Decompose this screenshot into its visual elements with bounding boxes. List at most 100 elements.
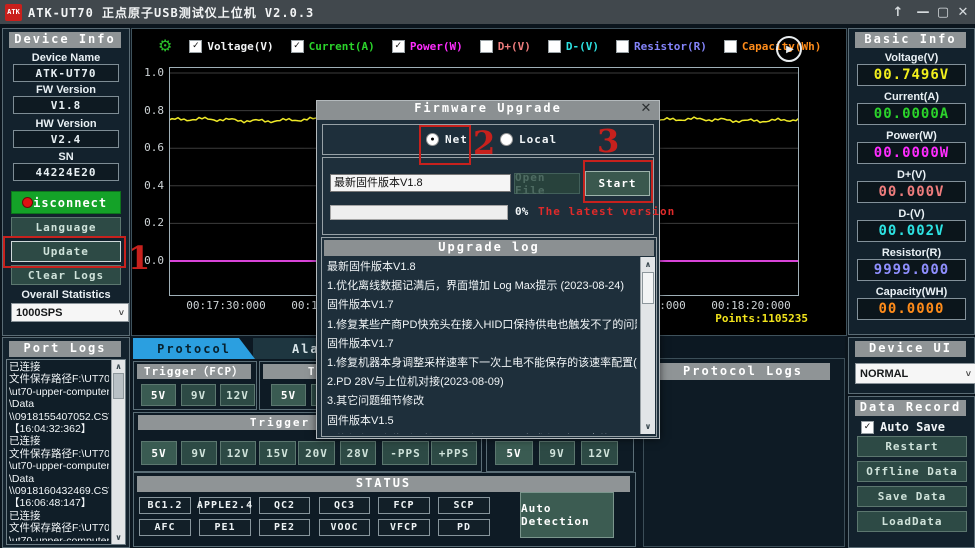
badge-scp: SCP [438, 497, 490, 514]
local-radio-icon[interactable] [500, 133, 513, 146]
chart-legend: ⚙ ✓Voltage(V) ✓Current(A) ✓ Power(W) D+(V… [132, 33, 821, 59]
y-tick: 0.6 [132, 141, 164, 154]
port-logs-text[interactable]: 已连接文件保存路径F:\UT70 \ut70-upper-computer\Da… [9, 361, 109, 541]
pd-5v-button[interactable]: 5V [141, 441, 177, 465]
play-button[interactable]: ▶ [776, 36, 802, 62]
capacity-label: Capacity(WH) [849, 286, 974, 298]
close-button[interactable]: ✕ [951, 0, 975, 24]
scroll-down-icon[interactable]: ∨ [112, 533, 125, 542]
auto-save-checkbox[interactable]: ✓ [861, 421, 874, 434]
dplus-value: 00.000V [857, 181, 966, 203]
upgrade-log-scrollbar[interactable]: ∧ ∨ [640, 257, 655, 434]
dminus-label: D-(V) [849, 208, 974, 220]
badge-qc3: QC3 [319, 497, 370, 514]
device-name-value: ATK-UT70 [13, 64, 119, 82]
capacity-value: 00.0000 [857, 298, 966, 320]
fcp-5v-button[interactable]: 5V [141, 384, 176, 406]
scroll-thumb[interactable] [642, 272, 654, 304]
current-checkbox[interactable]: ✓ [291, 40, 304, 53]
tab-protocol[interactable]: Protocol [133, 338, 255, 359]
badge-fcp: FCP [378, 497, 430, 514]
annotation-number-1: 1 [128, 242, 150, 274]
annotation-box-start [583, 160, 653, 203]
legend-current[interactable]: ✓Current(A) [291, 40, 375, 53]
dplus-checkbox[interactable] [480, 40, 493, 53]
device-ui-select[interactable]: NORMAL ˅ [855, 363, 975, 384]
chevron-down-icon: ˅ [119, 308, 124, 318]
pd-minus-pps-button[interactable]: -PPS [382, 441, 429, 465]
sample-rate-select[interactable]: 1000SPS ˅ [11, 303, 129, 322]
port-logs-scrollbar[interactable]: ∧ ∨ [111, 360, 125, 544]
sample-rate-value: 1000SPS [16, 307, 62, 319]
scroll-up-icon[interactable]: ∧ [112, 362, 125, 371]
legend-power-label: Power(W) [410, 40, 463, 53]
app-window: ATK ATK-UT70 正点原子USB测试仪上位机 V2.0.3 ↑ — ▢ … [0, 0, 975, 548]
upgrade-status-text: The latest version [538, 205, 675, 218]
pin-icon[interactable]: ↑ [886, 0, 910, 24]
dplus-label: D+(V) [849, 169, 974, 181]
save-data-button[interactable]: Save Data [857, 486, 967, 507]
points-counter: Points:1105235 [715, 312, 808, 325]
fw-version-label: FW Version [3, 84, 129, 96]
gear-icon[interactable]: ⚙ [158, 36, 172, 56]
resistor-label: Resistor(R) [849, 247, 974, 259]
load-data-button[interactable]: LoadData [857, 511, 967, 532]
qc-9v-button[interactable]: 9V [539, 441, 575, 465]
scroll-down-icon[interactable]: ∨ [641, 422, 655, 431]
upgrade-progress-bar [330, 205, 508, 220]
legend-dminus[interactable]: D-(V) [548, 40, 599, 53]
legend-dplus[interactable]: D+(V) [480, 40, 531, 53]
fcp-12v-button[interactable]: 12V [220, 384, 255, 406]
pd-12v-button[interactable]: 12V [220, 441, 256, 465]
basic-info-header: Basic Info [855, 32, 966, 48]
pd-plus-pps-button[interactable]: +PPS [431, 441, 477, 465]
scroll-thumb[interactable] [113, 373, 124, 399]
y-tick: 0.4 [132, 179, 164, 192]
fw-version-value: V1.8 [13, 96, 119, 114]
pd-20v-button[interactable]: 20V [298, 441, 335, 465]
legend-resistor[interactable]: Resistor(R) [616, 40, 707, 53]
qc-5v-button[interactable]: 5V [495, 441, 533, 465]
badge-afc: AFC [139, 519, 191, 536]
restart-button[interactable]: Restart [857, 436, 967, 457]
pd-9v-button[interactable]: 9V [181, 441, 217, 465]
disconnect-button[interactable]: Disconnect [11, 191, 121, 214]
capacity-checkbox[interactable] [724, 40, 737, 53]
scp-5v-button[interactable]: 5V [271, 384, 306, 406]
pd-15v-button[interactable]: 15V [259, 441, 296, 465]
legend-capacity[interactable]: Capacity(Wh) [724, 40, 821, 53]
dminus-checkbox[interactable] [548, 40, 561, 53]
power-checkbox[interactable]: ✓ [392, 40, 405, 53]
open-file-button[interactable]: Open File [514, 173, 580, 194]
clear-logs-button[interactable]: Clear Logs [11, 265, 121, 285]
device-ui-header: Device UI [855, 341, 966, 357]
trigger-fcp-group: Trigger（FCP） 5V 9V 12V [133, 361, 257, 410]
auto-detection-button[interactable]: Auto Detection [520, 492, 614, 538]
language-button[interactable]: Language [11, 217, 121, 238]
badge-bc12: BC1.2 [139, 497, 191, 514]
device-info-header: Device Info [9, 32, 121, 48]
legend-voltage[interactable]: ✓Voltage(V) [189, 40, 273, 53]
pd-28v-button[interactable]: 28V [340, 441, 376, 465]
qc-12v-button[interactable]: 12V [581, 441, 618, 465]
firmware-upgrade-dialog: Firmware Upgrade ✕ ● Net Local 最新固件版本V1.… [316, 100, 660, 439]
dialog-title-bar[interactable]: Firmware Upgrade [317, 101, 659, 120]
basic-info-panel: Basic Info Voltage(V) 00.7496V Current(A… [848, 28, 975, 335]
legend-dminus-label: D-(V) [566, 40, 599, 53]
resistor-checkbox[interactable] [616, 40, 629, 53]
voltage-checkbox[interactable]: ✓ [189, 40, 202, 53]
sn-value: 44224E20 [13, 163, 119, 181]
offline-data-button[interactable]: Offline Data [857, 461, 967, 482]
firmware-version-input[interactable]: 最新固件版本V1.8 [330, 174, 511, 192]
upgrade-log-text[interactable]: 最新固件版本V1.8 1.优化离线数据记满后，界面增加 Log Max提示 (2… [327, 258, 637, 434]
local-radio[interactable]: Local [500, 133, 557, 146]
fcp-9v-button[interactable]: 9V [181, 384, 216, 406]
local-radio-label: Local [519, 133, 557, 146]
scroll-up-icon[interactable]: ∧ [641, 260, 655, 269]
dialog-close-icon[interactable]: ✕ [637, 101, 655, 120]
badge-pe1: PE1 [199, 519, 251, 536]
auto-save-row[interactable]: ✓ Auto Save [861, 420, 945, 434]
hw-version-label: HW Version [3, 118, 129, 130]
legend-power[interactable]: ✓ Power(W) [392, 40, 463, 53]
annotation-box-net [419, 125, 471, 165]
